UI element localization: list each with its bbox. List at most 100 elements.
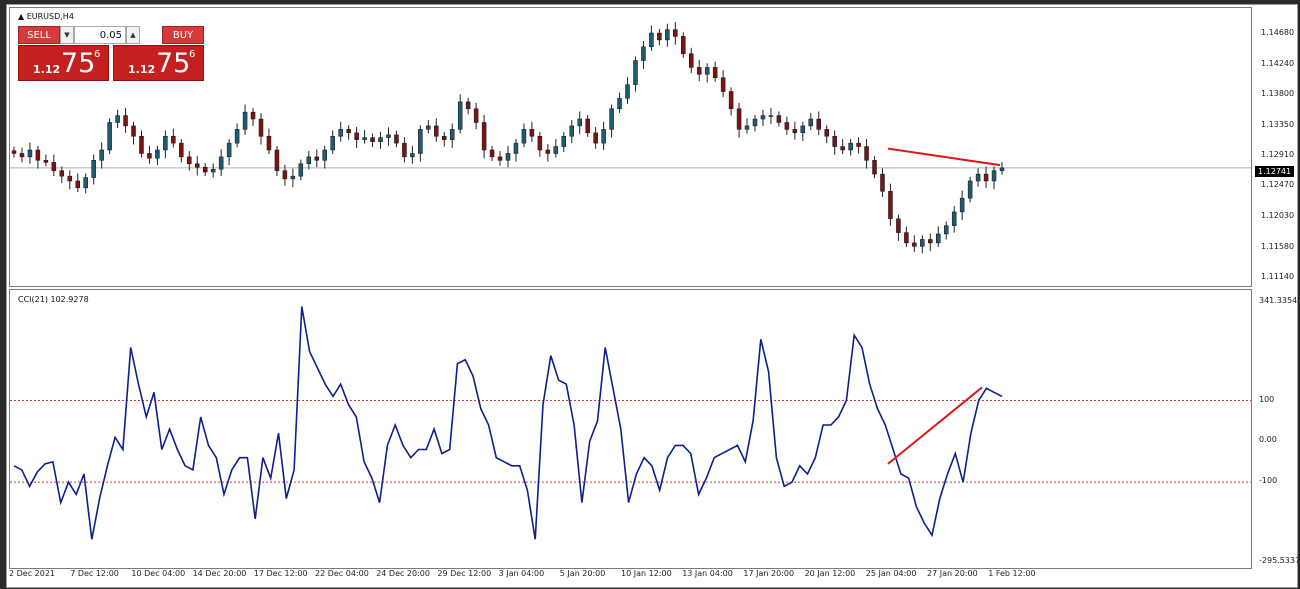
candle-body — [943, 225, 949, 235]
candle-body — [808, 118, 814, 127]
time-axis-label: 13 Jan 04:00 — [682, 569, 733, 578]
candle-body — [67, 175, 73, 182]
candle-body — [904, 232, 909, 244]
candle-body — [338, 129, 343, 137]
price-chart-svg — [10, 22, 1251, 254]
candle-body — [226, 142, 232, 158]
terminal-frame: ▲ EURUSD,H4 SELL ▼ 0.05 ▲ BUY 1.12 75 6 … — [0, 0, 1300, 589]
candle-body — [696, 67, 702, 75]
candle-body — [59, 170, 65, 177]
time-axis-label: 10 Jan 12:00 — [621, 569, 672, 578]
candle-body — [91, 160, 96, 178]
candle-body — [386, 134, 391, 138]
time-axis-label: 5 Jan 20:00 — [559, 569, 606, 578]
candle-body — [322, 149, 327, 161]
candle-body — [601, 129, 606, 144]
candle-body — [378, 137, 383, 142]
candle-body — [202, 166, 208, 173]
candle-body — [75, 180, 80, 189]
candle-body — [649, 32, 654, 48]
candle-body — [497, 156, 503, 161]
candle-body — [449, 129, 455, 140]
candle-body — [529, 129, 535, 137]
candle-body — [760, 115, 766, 120]
candle-body — [553, 146, 559, 154]
candle-body — [896, 218, 901, 233]
candle-body — [720, 77, 726, 92]
candle-body — [314, 156, 320, 161]
candle-body — [880, 173, 885, 192]
candle-body — [665, 29, 670, 41]
candle-body — [505, 153, 511, 161]
cci-axis-label: -295.5337 — [1259, 556, 1300, 565]
candle-body — [800, 125, 806, 134]
candle-body — [609, 108, 614, 130]
time-axis-label: 7 Dec 12:00 — [70, 569, 119, 578]
time-axis-label: 3 Jan 04:00 — [498, 569, 545, 578]
candle-body — [218, 156, 224, 170]
candle-body — [967, 180, 973, 199]
candle-body — [736, 108, 742, 130]
candle-body — [840, 146, 845, 151]
candle-body — [35, 149, 41, 161]
candle-body — [784, 122, 790, 130]
candle-body — [999, 167, 1005, 171]
candle-body — [115, 115, 120, 123]
candle-body — [991, 170, 997, 182]
price-chart-pane[interactable]: ▲ EURUSD,H4 SELL ▼ 0.05 ▲ BUY 1.12 75 6 … — [9, 7, 1252, 287]
candle-body — [442, 135, 447, 140]
candle-body — [832, 135, 837, 147]
candle-body — [848, 142, 853, 151]
time-axis-label: 10 Dec 04:00 — [131, 569, 186, 578]
candle-body — [521, 129, 527, 144]
candle-body — [187, 156, 192, 165]
candle-body — [959, 197, 965, 213]
candle-body — [426, 125, 431, 130]
candle-body — [936, 233, 941, 244]
candle-body — [290, 175, 296, 180]
cci-axis-label: 341.3354 — [1259, 296, 1298, 305]
candle-body — [561, 135, 567, 147]
candle-body — [394, 134, 399, 144]
candle-body — [792, 129, 798, 134]
candle-body — [625, 84, 630, 99]
cci-indicator-pane[interactable]: CCI(21) 102.9278 — [9, 289, 1252, 569]
candle-body — [107, 122, 112, 151]
time-axis-label: 14 Dec 20:00 — [192, 569, 247, 578]
candle-body — [242, 111, 248, 130]
price-axis-label: 1.14240 — [1261, 58, 1295, 68]
candle-body — [434, 125, 439, 137]
candle-body — [457, 101, 463, 130]
candle-body — [856, 142, 861, 147]
candle-body — [872, 160, 877, 175]
candle-body — [282, 170, 288, 180]
current-price-tag: 1.12741 — [1255, 166, 1295, 177]
price-axis-label: 1.11580 — [1261, 241, 1295, 251]
candle-body — [266, 135, 272, 151]
candle-body — [569, 125, 574, 137]
candle-body — [585, 118, 590, 134]
candle-body — [274, 149, 280, 171]
candle-body — [537, 135, 543, 151]
candle-body — [983, 173, 989, 182]
candle-body — [689, 53, 694, 68]
candle-body — [155, 149, 160, 159]
candle-body — [258, 118, 264, 137]
candle-body — [513, 142, 519, 154]
candle-body — [171, 135, 176, 144]
candle-body — [489, 149, 495, 158]
candle-body — [704, 67, 710, 75]
candle-body — [752, 118, 758, 127]
price-axis-label: 1.13800 — [1261, 88, 1295, 98]
candle-body — [354, 132, 359, 140]
time-axis-label: 20 Jan 12:00 — [804, 569, 856, 578]
candle-body — [824, 129, 829, 137]
candle-body — [975, 173, 981, 182]
candle-body — [19, 153, 25, 158]
price-axis-label: 1.11140 — [1261, 272, 1295, 281]
candle-body — [617, 98, 622, 109]
candle-body — [473, 108, 479, 123]
candle-body — [370, 137, 375, 142]
candle-body — [928, 239, 933, 244]
candle-body — [768, 115, 774, 117]
